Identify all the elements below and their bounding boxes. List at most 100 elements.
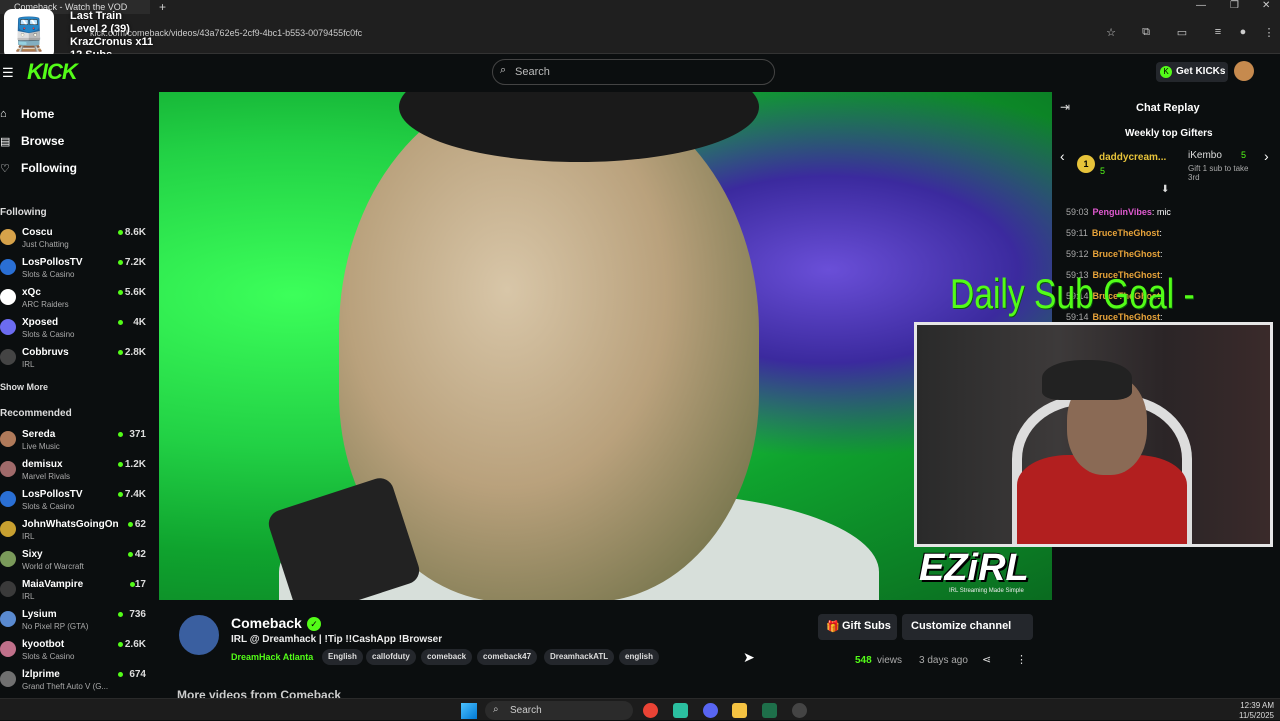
channel-name: Coscu: [22, 227, 53, 238]
folder-icon[interactable]: [732, 703, 747, 718]
chat-user[interactable]: BruceTheGhost: [1092, 228, 1160, 238]
sidebar-channel[interactable]: lzlprime Grand Theft Auto V (G... 674: [0, 669, 150, 697]
channel-name: kyootbot: [22, 639, 65, 650]
chat-user[interactable]: PenguinVibes: [1093, 207, 1152, 217]
channel-avatar[interactable]: [177, 613, 221, 657]
discord-icon[interactable]: [703, 703, 718, 718]
kick-logo[interactable]: KICK: [27, 59, 78, 85]
overlay-line: KrazCronus x11: [70, 36, 154, 48]
sidebar-channel[interactable]: JohnWhatsGoingOn IRL 62: [0, 519, 150, 547]
gifter-name[interactable]: iKembo: [1188, 150, 1222, 161]
sidebar-channel[interactable]: Xposed Slots & Casino 4K: [0, 317, 150, 345]
ezirl-watermark: EZiRL: [919, 547, 1029, 589]
bookmark-star-icon[interactable]: ☆: [1104, 26, 1118, 40]
new-tab-button[interactable]: +: [159, 0, 166, 14]
tag[interactable]: comeback: [421, 649, 473, 665]
sidebar-channel[interactable]: Sixy World of Warcraft 42: [0, 549, 150, 577]
channel-category: IRL: [22, 532, 35, 541]
chat-user[interactable]: BruceTheGhost: [1093, 249, 1161, 259]
browser-menu-icon[interactable]: ⋮: [1262, 26, 1276, 40]
following-heading: Following: [0, 207, 47, 218]
sidebar-channel[interactable]: LosPollosTV Slots & Casino 7.4K: [0, 489, 150, 517]
channel-category: World of Warcraft: [22, 562, 84, 571]
tag[interactable]: English: [322, 649, 363, 665]
nav-browse[interactable]: Browse: [21, 134, 64, 148]
sidebar-channel[interactable]: LosPollosTV Slots & Casino 7.2K: [0, 257, 150, 285]
windows-start-icon[interactable]: [461, 703, 477, 719]
obs-icon[interactable]: [792, 703, 807, 718]
channel-name[interactable]: Comeback: [231, 615, 302, 631]
channel-name: Lysium: [22, 609, 57, 620]
channel-name: JohnWhatsGoingOn: [22, 519, 119, 530]
tag[interactable]: comeback47: [477, 649, 538, 665]
compass-icon: ▤: [0, 136, 11, 148]
chat-text: :: [1160, 249, 1163, 259]
search-icon: ⌕: [500, 64, 507, 76]
sidebar-channel[interactable]: kyootbot Slots & Casino 2.6K: [0, 639, 150, 667]
nav-home[interactable]: Home: [21, 107, 54, 121]
browser-tab-bar: [0, 0, 1280, 14]
close-icon[interactable]: ✕: [1262, 0, 1270, 11]
gifter-name[interactable]: daddycream...: [1099, 152, 1166, 163]
more-options-icon[interactable]: ⋮: [1016, 653, 1027, 666]
live-dot-icon: [128, 522, 133, 527]
channel-avatar: [0, 521, 16, 537]
channel-name: lzlprime: [22, 669, 60, 680]
recommended-heading: Recommended: [0, 408, 72, 419]
sidebar-channel[interactable]: Cobbruvs IRL 2.8K: [0, 347, 150, 375]
sidebar-channel[interactable]: xQc ARC Raiders 5.6K: [0, 287, 150, 315]
taskbar-search[interactable]: Search: [485, 701, 633, 720]
user-avatar[interactable]: [1234, 61, 1254, 81]
show-more-link[interactable]: Show More: [0, 382, 48, 392]
extensions-icon[interactable]: ⧉: [1139, 26, 1153, 40]
overlay-line: Last Train: [70, 10, 122, 22]
channel-name: MaiaVampire: [22, 579, 84, 590]
live-dot-icon: [118, 260, 123, 265]
gifter-count: 5: [1241, 150, 1247, 160]
windows-taskbar: [0, 698, 1280, 720]
live-dot-icon: [118, 462, 123, 467]
hamburger-menu-icon[interactable]: ☰: [2, 65, 14, 81]
tag[interactable]: english: [619, 649, 660, 665]
minimize-icon[interactable]: —: [1196, 0, 1206, 11]
app-icon[interactable]: [673, 703, 688, 718]
live-dot-icon: [118, 642, 123, 647]
sidebar-channel[interactable]: MaiaVampire IRL 17: [0, 579, 150, 607]
cast-icon[interactable]: ▭: [1175, 26, 1189, 40]
excel-icon[interactable]: [762, 703, 777, 718]
collapse-chat-icon[interactable]: ⇥: [1060, 100, 1070, 114]
chat-time: 59:11: [1066, 228, 1088, 238]
gifters-heading: Weekly top Gifters: [1125, 128, 1213, 139]
live-dot-icon: [128, 552, 133, 557]
chevron-right-icon[interactable]: ›: [1264, 148, 1269, 164]
chrome-icon[interactable]: [643, 703, 658, 718]
webcam-overlay: [914, 322, 1273, 547]
search-input[interactable]: Search: [492, 59, 775, 85]
viewer-count: 7.2K: [124, 257, 146, 268]
sidebar-channel[interactable]: Lysium No Pixel RP (GTA) 736: [0, 609, 150, 637]
profile-icon[interactable]: ●: [1236, 26, 1250, 40]
sidebar-channel[interactable]: Coscu Just Chatting 8.6K: [0, 227, 150, 255]
share-icon[interactable]: ⋖: [982, 653, 991, 666]
maximize-icon[interactable]: ❐: [1230, 0, 1239, 11]
channel-category: IRL: [22, 592, 35, 601]
channel-category: Grand Theft Auto V (G...: [22, 682, 109, 691]
channel-name: xQc: [22, 287, 41, 298]
chat-time: 59:03: [1066, 207, 1089, 217]
channel-category: Slots & Casino: [22, 330, 75, 339]
tag[interactable]: DreamhackATL: [544, 649, 615, 665]
category-link[interactable]: DreamHack Atlanta: [231, 652, 313, 662]
ezirl-watermark-sub: IRL Streaming Made Simple: [949, 588, 1024, 594]
sidebar-channel[interactable]: Sereda Live Music 371: [0, 429, 150, 457]
tag[interactable]: callofduty: [366, 649, 416, 665]
customize-channel-button[interactable]: Customize channel: [902, 614, 1033, 640]
media-icon[interactable]: ≡: [1211, 26, 1225, 40]
viewer-count: 62: [134, 519, 146, 530]
chevron-left-icon[interactable]: ‹: [1060, 148, 1065, 164]
nav-following[interactable]: Following: [21, 161, 77, 175]
channel-avatar: [0, 349, 16, 365]
sidebar-channel[interactable]: demisux Marvel Rivals 1.2K: [0, 459, 150, 487]
viewer-count: 4K: [133, 317, 146, 328]
pin-icon[interactable]: ⬇: [1161, 184, 1169, 195]
channel-name: LosPollosTV: [22, 489, 83, 500]
